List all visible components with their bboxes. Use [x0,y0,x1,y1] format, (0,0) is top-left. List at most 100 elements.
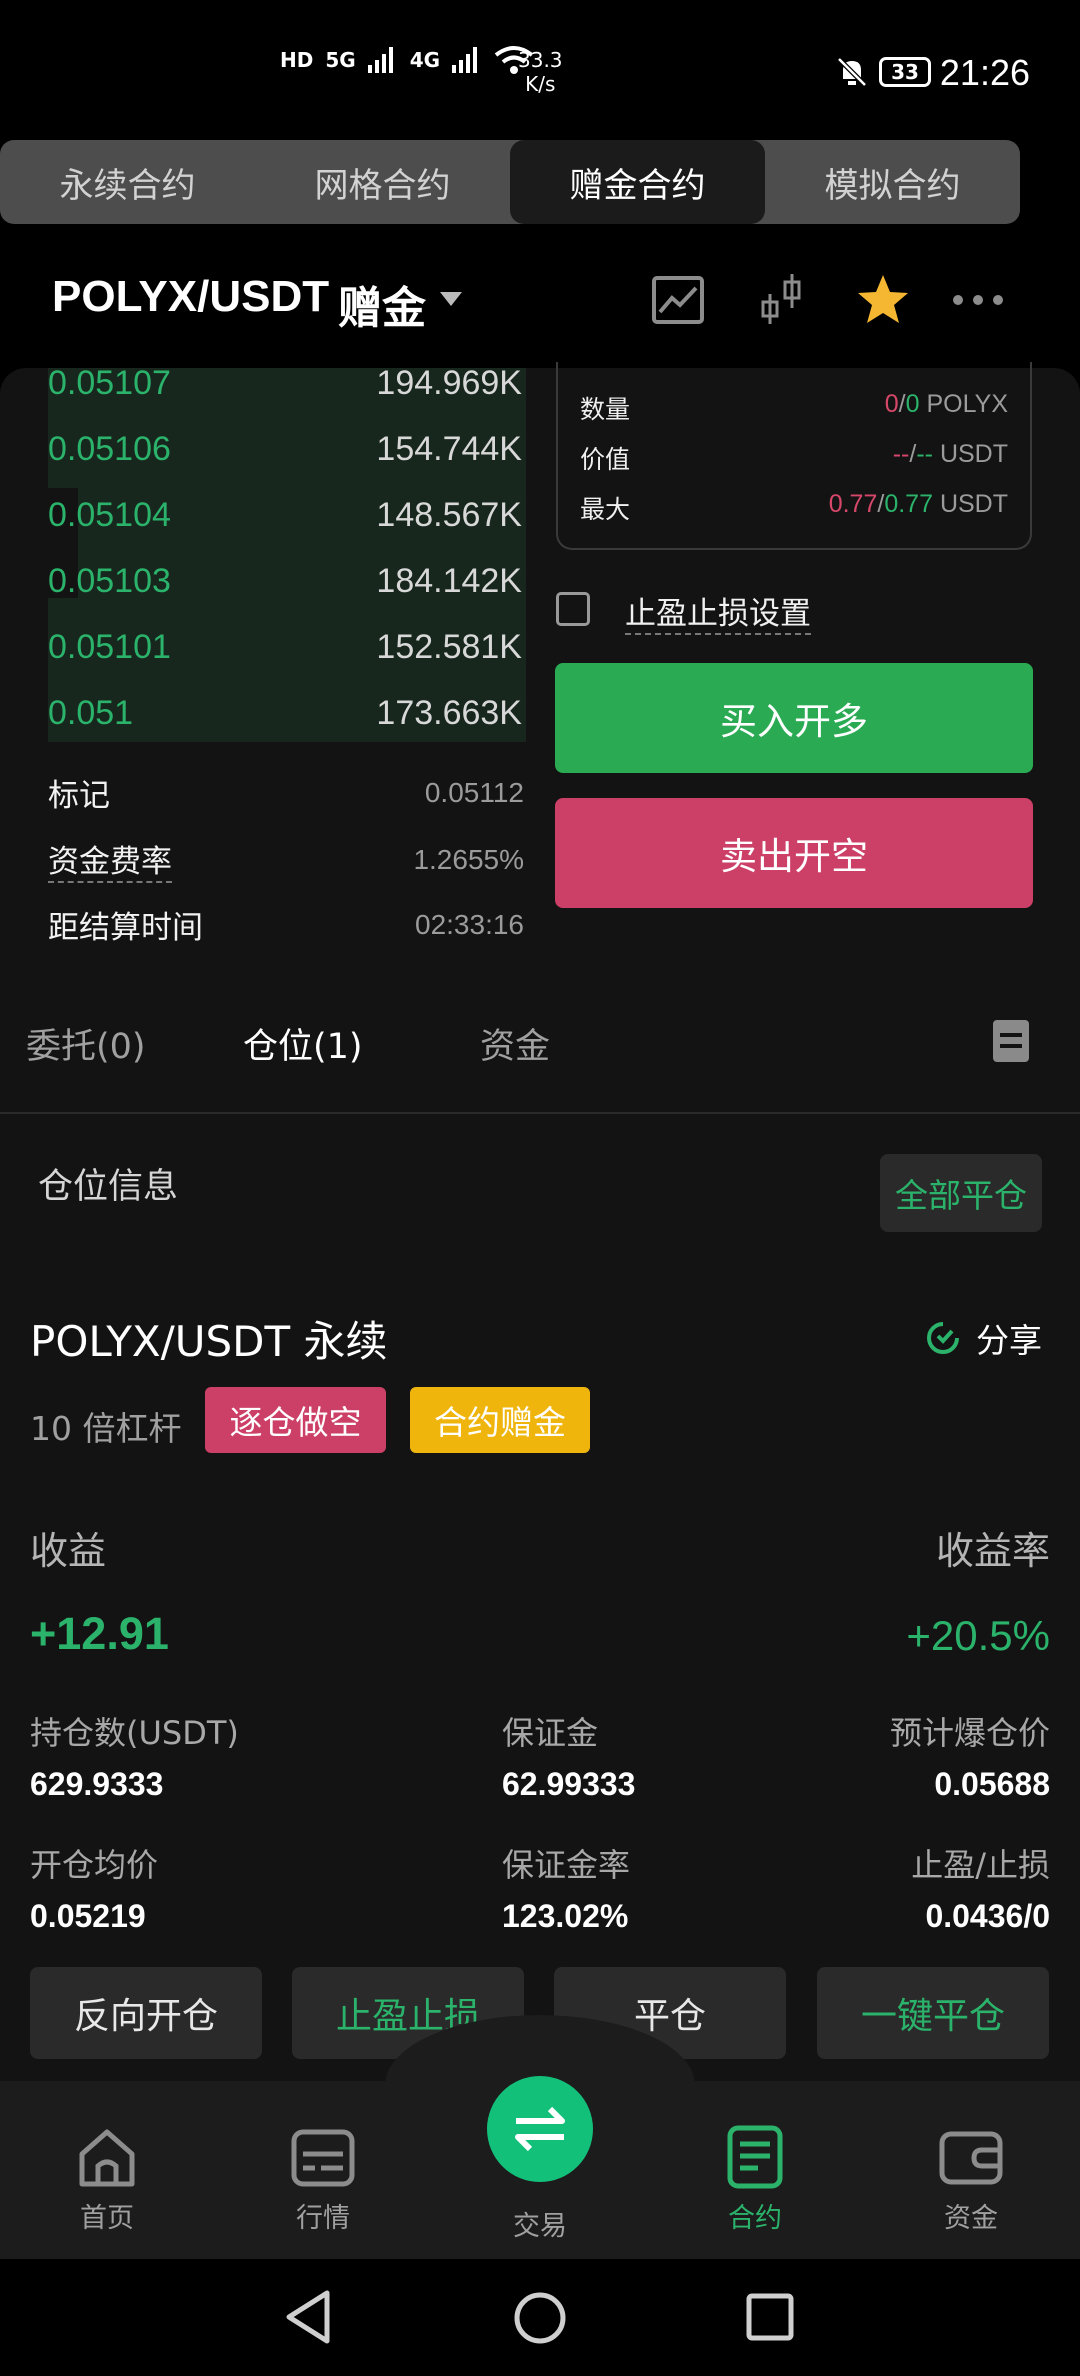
mute-bell-icon [837,57,867,87]
swap-arrows-icon [515,2106,565,2152]
back-icon[interactable] [283,2289,333,2345]
qty-b: 0 [905,390,920,418]
battery-icon: 33 [879,57,931,87]
liq-value: 0.05688 [934,1766,1050,1802]
ob-price: 0.05107 [48,363,171,402]
more-icon[interactable] [950,272,1006,328]
tab-positions[interactable]: 仓位(1) [243,1018,363,1069]
margin-value: 62.99333 [502,1766,636,1802]
ob-qty: 184.142K [376,561,522,600]
funding-label[interactable]: 资金费率 [48,836,172,883]
orderbook-row[interactable]: 0.05104 148.567K [48,484,522,546]
mark-price-row: 标记 0.05112 [48,770,524,815]
settle-label: 距结算时间 [48,910,203,946]
close-all-button[interactable]: 全部平仓 [880,1154,1042,1232]
document-icon[interactable] [993,1020,1029,1062]
tab-simulated[interactable]: 模拟合约 [765,140,1020,224]
roe-value: +20.5% [906,1612,1050,1659]
one-click-close-button[interactable]: 一键平仓 [817,1967,1049,2059]
pnl-label: 收益 [30,1529,107,1573]
ob-qty: 194.969K [376,363,522,402]
tab-perpetual[interactable]: 永续合约 [0,140,255,224]
max-label: 最大 [580,495,631,524]
nav-funds[interactable]: 资金 [901,2124,1041,2235]
roe-label: 收益率 [935,1529,1050,1573]
status-bar: HD 5G 4G 33.3 K/s 33 21:26 [0,0,1080,140]
position-symbol: POLYX/USDT 永续 [30,1317,388,1366]
nav-home[interactable]: 首页 [37,2124,177,2235]
network-speed: 33.3 K/s [518,48,563,96]
share-label: 分享 [976,1321,1042,1360]
qty-a: 0 [884,390,899,418]
entry-label: 开仓均价 [30,1846,159,1884]
nav-trade-label[interactable]: 交易 [480,2204,600,2243]
sell-short-button[interactable]: 卖出开空 [555,798,1033,908]
margin-mode-badge: 逐仓做空 [205,1387,386,1453]
liq-label: 预计爆仓价 [889,1714,1050,1752]
nav-funds-label: 资金 [944,2203,998,2234]
candlestick-icon[interactable] [752,272,808,328]
qty-unit: POLYX [926,390,1008,418]
tpsl-value: 0.0436/0 [925,1898,1050,1934]
nav-trade-button[interactable] [487,2076,593,2182]
orderbook-row[interactable]: 0.05107 194.969K [48,352,522,414]
tab-grid[interactable]: 网格合约 [255,140,510,224]
tab-bonus[interactable]: 赠金合约 [510,140,765,224]
funding-value: 1.2655% [413,843,524,875]
orderbook-row[interactable]: 0.05103 184.142K [48,550,522,612]
ob-qty: 173.663K [376,693,522,732]
settlement-row: 距结算时间 02:33:16 [48,902,524,947]
tpsl-value-label: 止盈/止损 [911,1846,1050,1884]
size-value: 629.9333 [30,1766,164,1802]
speed-value: 33.3 [518,48,563,72]
chevron-down-icon[interactable] [440,292,462,306]
reverse-position-button[interactable]: 反向开仓 [30,1967,262,2059]
ob-price: 0.05101 [48,627,171,666]
pair-selector[interactable]: POLYX/USDT [52,272,329,322]
nav-contract[interactable]: 合约 [685,2124,825,2235]
chart-icon[interactable] [650,272,706,328]
share-button[interactable]: 分享 [924,1314,1042,1362]
margin-ratio-value: 123.02% [502,1898,629,1934]
5g-signal-icon: 5G [325,48,356,72]
funding-rate-row[interactable]: 资金费率 1.2655% [48,836,524,883]
mark-label: 标记 [48,778,110,814]
contract-tabs: 永续合约 网格合约 赠金合约 模拟合约 [0,140,1020,224]
mark-value: 0.05112 [424,776,524,808]
home-circle-icon[interactable] [512,2290,568,2346]
margin-label: 保证金 [502,1714,599,1752]
nav-contract-label: 合约 [728,2203,782,2234]
status-right: 33 [835,55,931,89]
tab-funds[interactable]: 资金 [480,1018,550,1069]
recents-icon[interactable] [745,2292,795,2342]
max-unit: USDT [939,490,1008,518]
bonus-badge: 合约赠金 [410,1387,590,1453]
max-row: 最大 0.77/0.77 USDT [580,490,1008,524]
value-unit: USDT [939,440,1008,468]
size-label: 持仓数(USDT) [30,1714,239,1752]
ob-price: 0.051 [48,693,134,732]
qty-label: 数量 [580,395,631,424]
tpsl-checkbox[interactable] [556,592,590,626]
wallet-icon [939,2131,1003,2185]
ob-price: 0.05104 [48,495,171,534]
pair-tag[interactable]: 赠金 [338,272,426,336]
nav-market[interactable]: 行情 [253,2124,393,2235]
share-icon [927,1322,959,1354]
tpsl-settings-label[interactable]: 止盈止损设置 [625,588,811,635]
settle-value: 02:33:16 [415,908,524,940]
max-a: 0.77 [828,490,878,518]
divider [0,1112,1080,1114]
tab-orders[interactable]: 委托(0) [26,1018,146,1069]
order-summary-box: 数量 0/0 POLYX 价值 --/-- USDT 最大 0.77/0.77 USD… [556,362,1032,550]
orderbook-row[interactable]: 0.05106 154.744K [48,418,522,480]
ob-qty: 152.581K [376,627,522,666]
buy-long-button[interactable]: 买入开多 [555,663,1033,773]
orderbook-row[interactable]: 0.051 173.663K [48,682,522,744]
orderbook-row[interactable]: 0.05101 152.581K [48,616,522,678]
favorite-star-icon[interactable] [855,272,911,328]
nav-market-label: 行情 [296,2203,350,2234]
contract-icon [727,2125,783,2189]
network-indicators: HD 5G 4G [280,45,534,75]
quantity-row: 数量 0/0 POLYX [580,390,1008,424]
